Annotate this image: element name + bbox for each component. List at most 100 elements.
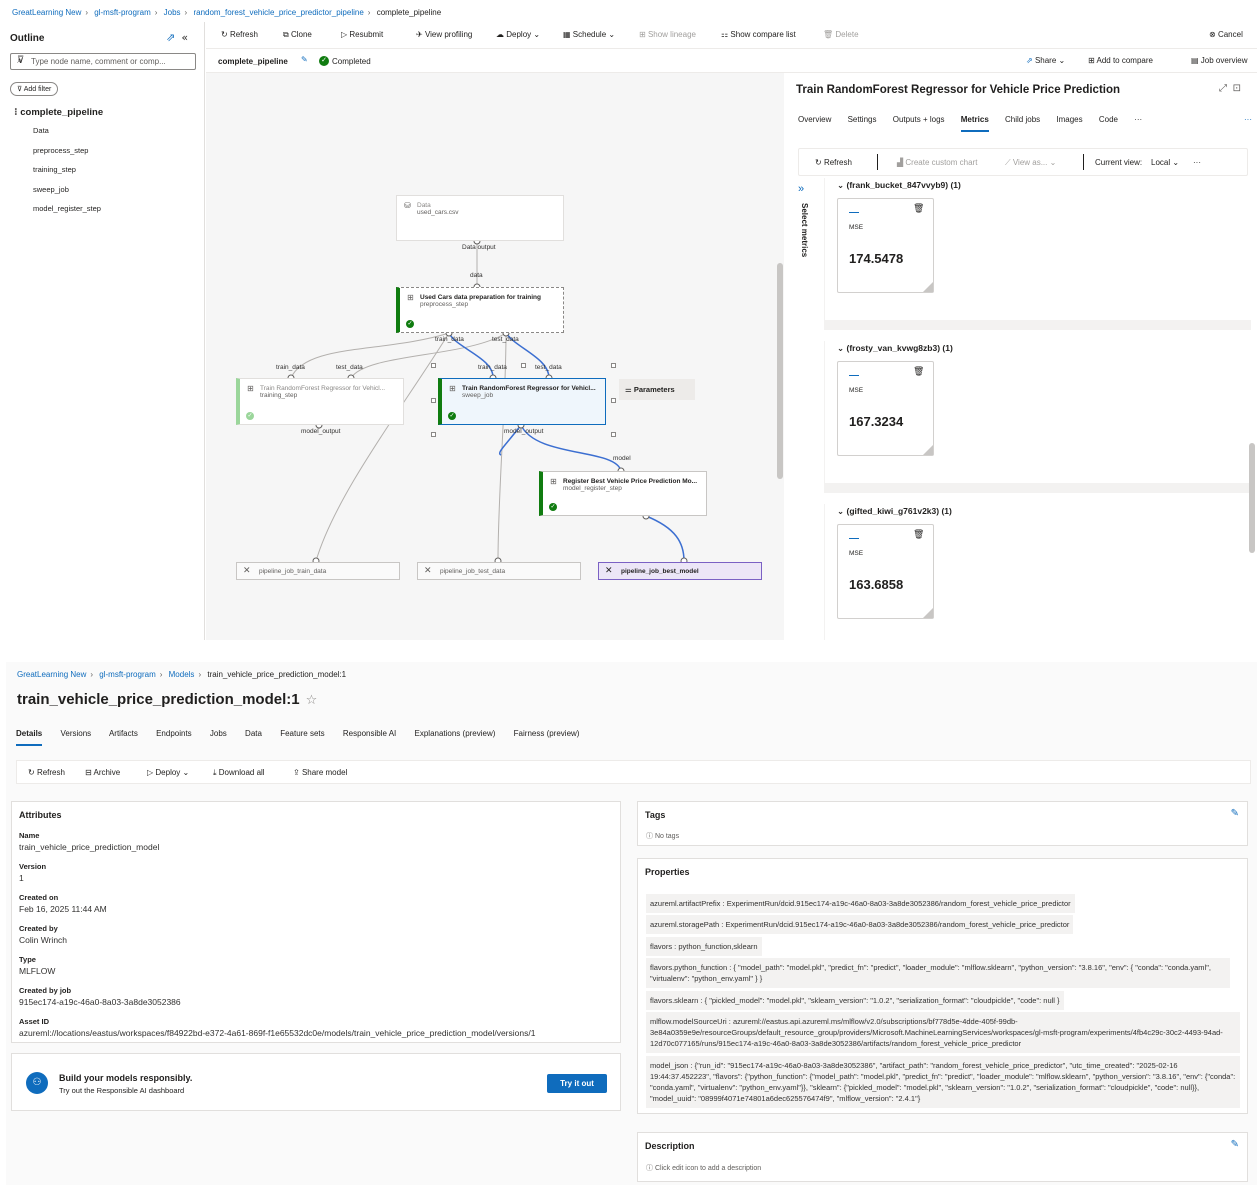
breadcrumb-workspace[interactable]: GreatLearning New [12,8,81,17]
output-best-model-node[interactable]: ✕ pipeline_job_best_model [598,562,762,580]
select-metrics-pane[interactable]: » Select metrics [798,183,814,313]
download-all-button[interactable]: ⤓ Download all [213,768,265,778]
dock-icon[interactable]: ⊡ [1233,83,1241,94]
handle[interactable] [431,398,436,403]
refresh-button[interactable]: ↻ Refresh [28,768,65,777]
try-it-out-button[interactable]: Try it out [547,1074,607,1093]
canvas-scrollbar[interactable] [777,263,783,479]
cancel-button[interactable]: ⊗ Cancel [1209,30,1243,39]
output-test-data-node[interactable]: ✕ pipeline_job_test_data [417,562,581,580]
share-icon[interactable]: ⇗ [166,31,175,44]
job-overview-button[interactable]: ▤ Job overview [1191,56,1247,65]
share-button[interactable]: ⇗ Share ⌄ [1026,56,1065,65]
edit-description-icon[interactable]: ✎ [1231,1139,1239,1150]
current-view-dropdown[interactable]: Local ⌄ [1151,158,1179,167]
tab-images[interactable]: Images [1056,115,1082,124]
tab-endpoints[interactable]: Endpoints [156,729,192,738]
tab-jobs[interactable]: Jobs [210,729,227,738]
show-compare-list-button[interactable]: ⚏ Show compare list [721,30,796,39]
outline-item-register[interactable]: model_register_step [33,204,103,224]
pipeline-graph-canvas[interactable]: ⛁ Data used_cars.csv Data output data ⊞ … [206,73,784,640]
filter-icon[interactable]: ⊽ [17,55,191,66]
resubmit-button[interactable]: ▷ Resubmit [341,30,383,39]
create-chart-button[interactable]: ▟ Create custom chart [897,158,977,167]
handle[interactable] [611,363,616,368]
tab-metrics[interactable]: Metrics [960,115,989,132]
deploy-button[interactable]: ▷ Deploy ⌄ [147,768,189,777]
expand-pane-icon[interactable]: » [798,183,804,195]
breadcrumb-program[interactable]: gl-msft-program [99,670,155,679]
star-icon[interactable]: ☆ [306,693,318,708]
view-profiling-button[interactable]: ✈ View profiling [416,30,472,39]
resize-handle[interactable] [923,608,933,618]
breadcrumb-jobs[interactable]: Jobs [164,8,181,17]
breadcrumb-program[interactable]: gl-msft-program [94,8,150,17]
edit-icon[interactable]: ✎ [301,55,308,64]
resize-handle[interactable] [923,282,933,292]
job-link[interactable]: 915ec174-a19c-46a0-8a03-3a8de3052386 [19,997,181,1007]
tab-explanations[interactable]: Explanations (preview) [415,729,496,738]
breadcrumb-workspace[interactable]: GreatLearning New [17,670,86,679]
trash-icon[interactable]: 🗑 [913,530,924,540]
breadcrumb-models[interactable]: Models [169,670,195,679]
outline-item-preprocess[interactable]: preprocess_step [33,146,103,166]
node-search-input[interactable]: ⌕ Type node name, comment or comp... ⊽ [10,53,196,70]
handle[interactable] [521,363,526,368]
trash-icon[interactable]: 🗑 [913,367,924,377]
handle[interactable] [431,432,436,437]
data-node[interactable]: ⛁ Data used_cars.csv [396,195,564,241]
deploy-button[interactable]: ☁ Deploy ⌄ [496,30,540,39]
sweep-node[interactable]: ⊞ Train RandomForest Regressor for Vehic… [438,378,606,425]
tab-overview[interactable]: Overview [798,115,831,124]
handle[interactable] [431,363,436,368]
tab-outputs-logs[interactable]: Outputs + logs [893,115,945,124]
expand-icon[interactable]: ⤢ [1219,83,1227,94]
add-filter-button[interactable]: ⊽ Add filter [10,82,59,96]
metric-group-header[interactable]: ⌄ (frank_bucket_847vvyb9) (1) [837,180,961,191]
resize-handle[interactable] [923,445,933,455]
view-as-button[interactable]: ⟋ View as... ⌄ [1005,158,1056,168]
trash-icon[interactable]: 🗑 [913,204,924,214]
preprocess-node[interactable]: ⊞ Used Cars data preparation for trainin… [396,287,564,333]
handle[interactable] [611,398,616,403]
refresh-button[interactable]: ↻ Refresh [221,30,258,39]
tab-responsible-ai[interactable]: Responsible AI [343,729,396,738]
outline-item-sweep[interactable]: sweep_job [33,185,103,205]
archive-button[interactable]: ⊟ Archive [85,768,120,777]
tab-details[interactable]: Details [16,729,43,746]
edit-tags-icon[interactable]: ✎ [1231,808,1239,819]
training-node[interactable]: ⊞ Train RandomForest Regressor for Vehic… [236,378,404,425]
output-train-data-node[interactable]: ✕ pipeline_job_train_data [236,562,400,580]
metrics-more-icon[interactable]: ··· [1193,158,1201,167]
outline-root[interactable]: ⁝ complete_pipeline [14,107,103,118]
tab-feature-sets[interactable]: Feature sets [280,729,324,738]
schedule-button[interactable]: ▦ Schedule ⌄ [563,30,615,39]
delete-button[interactable]: 🗑 Delete [823,30,859,39]
metric-card[interactable]: 🗑 MSE 163.6858 [837,524,934,619]
tab-more[interactable]: ··· [1134,115,1142,124]
tab-artifacts[interactable]: Artifacts [109,729,138,738]
tab-code[interactable]: Code [1099,115,1118,124]
metric-group-header[interactable]: ⌄ (gifted_kiwi_g761v2k3) (1) [837,506,952,517]
parameters-chip[interactable]: ⚌ Parameters [619,379,695,400]
handle[interactable] [611,432,616,437]
register-node[interactable]: ⊞ Register Best Vehicle Price Prediction… [539,471,707,516]
show-lineage-button[interactable]: ⊞ Show lineage [639,30,696,39]
share-model-button[interactable]: ⇪ Share model [293,768,347,777]
tab-fairness[interactable]: Fairness (preview) [514,729,580,738]
metric-group-header[interactable]: ⌄ (frosty_van_kvwg8zb3) (1) [837,343,953,354]
tab-data[interactable]: Data [245,729,262,738]
breadcrumb-experiment[interactable]: random_forest_vehicle_price_predictor_pi… [193,8,363,17]
tab-child-jobs[interactable]: Child jobs [1005,115,1040,124]
metrics-refresh-button[interactable]: ↻ Refresh [815,158,852,167]
metric-card[interactable]: 🗑 MSE 167.3234 [837,361,934,456]
collapse-icon[interactable]: « [181,31,188,44]
metric-card[interactable]: 🗑 MSE 174.5478 [837,198,934,293]
panel-scrollbar[interactable] [1249,443,1255,553]
add-to-compare-button[interactable]: ⊞ Add to compare [1088,56,1153,65]
outline-item-data[interactable]: Data [33,126,103,146]
clone-button[interactable]: ⧉ Clone [283,30,312,40]
tab-settings[interactable]: Settings [848,115,877,124]
outline-item-training[interactable]: training_step [33,165,103,185]
more-icon[interactable]: ··· [1244,115,1252,124]
